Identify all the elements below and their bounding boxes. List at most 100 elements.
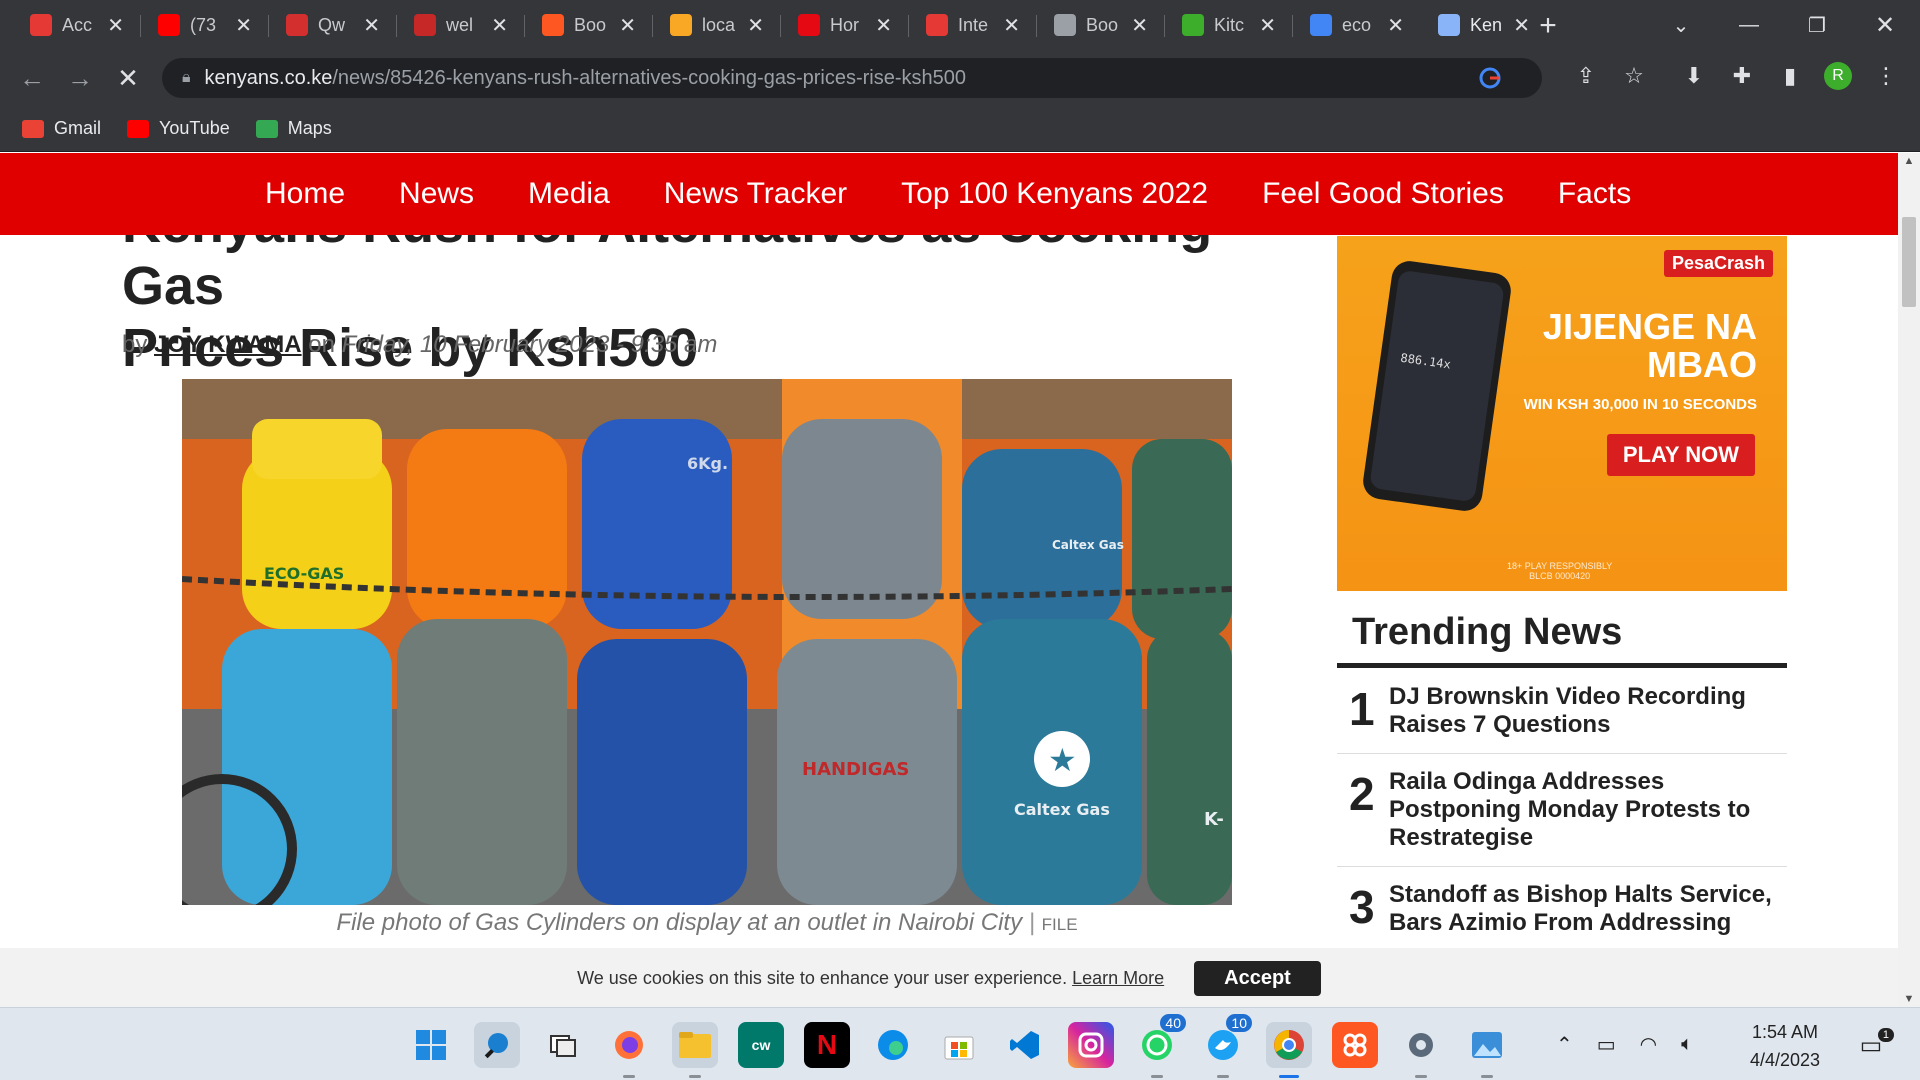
tab-close-icon[interactable]: ✕ <box>747 13 764 38</box>
jiji-icon <box>1182 14 1204 36</box>
chrome-icon[interactable] <box>1266 1022 1312 1078</box>
bookmark-youtube[interactable]: YouTube <box>127 118 230 139</box>
search-icon[interactable] <box>474 1022 520 1068</box>
vscode-icon[interactable] <box>1002 1022 1048 1068</box>
browser-tab[interactable]: (73 ✕ <box>144 0 264 50</box>
browser-tab[interactable]: Boo ✕ <box>528 0 648 50</box>
trending-headline[interactable]: Raila Odinga Addresses Postponing Monday… <box>1389 768 1787 852</box>
scroll-down-arrow[interactable]: ▼ <box>1898 993 1920 1005</box>
address-bar[interactable]: 🔒︎ kenyans.co.ke/news/85426-kenyans-rush… <box>162 58 1542 98</box>
trending-item[interactable]: 2 Raila Odinga Addresses Postponing Monda… <box>1337 754 1787 867</box>
tab-close-icon[interactable]: ✕ <box>1003 13 1020 38</box>
battery-icon[interactable]: ▭ <box>1597 1032 1616 1057</box>
browser-tab[interactable]: Ken ✕ <box>1424 0 1542 50</box>
ad-play-now-button[interactable]: PLAY NOW <box>1606 434 1755 476</box>
webmail-icon <box>414 14 436 36</box>
tab-close-icon[interactable]: ✕ <box>1387 13 1404 38</box>
browser-tab[interactable]: Kitc ✕ <box>1168 0 1288 50</box>
tab-close-icon[interactable]: ✕ <box>107 13 124 38</box>
bootstrap-icon[interactable] <box>1332 1022 1378 1068</box>
tab-separator <box>1164 15 1165 37</box>
tab-close-icon[interactable]: ✕ <box>1513 13 1530 38</box>
browser-tab[interactable]: Boo ✕ <box>1040 0 1160 50</box>
firefox-icon[interactable] <box>606 1022 652 1078</box>
page-scrollbar[interactable]: ▲ ▼ <box>1898 153 1920 1007</box>
edge-icon[interactable] <box>870 1022 916 1068</box>
tab-close-icon[interactable]: ✕ <box>235 13 252 38</box>
back-button[interactable]: ← <box>14 60 50 96</box>
tab-title: (73 <box>190 14 217 35</box>
browser-tab[interactable]: eco ✕ <box>1296 0 1416 50</box>
profile-avatar[interactable]: R <box>1820 58 1856 94</box>
wifi-icon[interactable]: ◠ <box>1640 1032 1657 1057</box>
nav-item-top-100-kenyans-2022[interactable]: Top 100 Kenyans 2022 <box>901 177 1208 211</box>
file-explorer-icon[interactable] <box>672 1022 718 1078</box>
chevron-up-icon[interactable]: ⌃ <box>1556 1032 1573 1057</box>
tab-close-icon[interactable]: ✕ <box>1131 13 1148 38</box>
browser-tab[interactable]: wel ✕ <box>400 0 520 50</box>
author-link[interactable]: JOY KWAMA <box>154 331 302 358</box>
sidebar-ad[interactable]: 886.14x PesaCrash JIJENGE NA MBAO WIN KS… <box>1337 236 1787 591</box>
new-tab-button[interactable]: + <box>1530 8 1566 44</box>
trending-item[interactable]: 3 Standoff as Bishop Halts Service, Bars … <box>1337 867 1787 952</box>
netflix-icon[interactable]: N <box>804 1022 850 1068</box>
browser-tab[interactable]: loca ✕ <box>656 0 776 50</box>
photos-icon[interactable] <box>1464 1022 1510 1078</box>
tab-close-icon[interactable]: ✕ <box>875 13 892 38</box>
settings-gear-icon[interactable] <box>1398 1022 1444 1078</box>
microsoft-store-icon[interactable] <box>936 1022 982 1068</box>
scrollbar-thumb[interactable] <box>1902 217 1916 307</box>
lock-icon: 🔒︎ <box>182 69 191 86</box>
stop-loading-button[interactable]: ✕ <box>110 60 146 96</box>
tab-title: Inte <box>958 14 989 35</box>
menu-kebab-icon[interactable]: ⋮ <box>1868 58 1904 94</box>
nav-item-feel-good-stories[interactable]: Feel Good Stories <box>1262 177 1504 211</box>
nav-item-home[interactable]: Home <box>265 177 345 211</box>
url-path: /news/85426-kenyans-rush-alternatives-co… <box>332 66 966 89</box>
close-window-button[interactable]: ✕ <box>1850 0 1920 50</box>
learn-more-link[interactable]: Learn More <box>1072 968 1164 988</box>
restore-button[interactable]: ❐ <box>1782 0 1852 50</box>
scroll-up-arrow[interactable]: ▲ <box>1898 155 1920 167</box>
volume-icon[interactable]: 🔈︎ <box>1681 1033 1693 1056</box>
nav-item-media[interactable]: Media <box>528 177 610 211</box>
extensions-icon[interactable]: ✚ <box>1724 58 1760 94</box>
tab-close-icon[interactable]: ✕ <box>1259 13 1276 38</box>
nav-item-news[interactable]: News <box>399 177 474 211</box>
browser-tab[interactable]: Qw ✕ <box>272 0 392 50</box>
browser-tab[interactable]: Inte ✕ <box>912 0 1032 50</box>
twitter-badge: 10 <box>1226 1014 1252 1032</box>
accept-cookies-button[interactable]: Accept <box>1194 960 1321 996</box>
clock[interactable]: 1:54 AM 4/4/2023 <box>1730 1018 1840 1074</box>
whatsapp-icon[interactable]: 40 <box>1134 1014 1186 1078</box>
trending-headline[interactable]: Standoff as Bishop Halts Service, Bars A… <box>1389 881 1787 937</box>
browser-tab[interactable]: Acc ✕ <box>16 0 136 50</box>
task-view-icon[interactable] <box>540 1022 586 1068</box>
side-panel-icon[interactable]: ▮ <box>1772 58 1808 94</box>
tab-close-icon[interactable]: ✕ <box>491 13 508 38</box>
download-icon[interactable]: ⬇ <box>1676 58 1712 94</box>
ad-fine-2: BLCB 0000420 <box>1529 571 1591 581</box>
trending-item[interactable]: 1 DJ Brownskin Video Recording Raises 7 Q… <box>1337 669 1787 754</box>
tab-close-icon[interactable]: ✕ <box>619 13 636 38</box>
share-icon[interactable]: ⇪ <box>1568 58 1604 94</box>
twitter-icon[interactable]: 10 <box>1200 1014 1252 1078</box>
google-lens-icon[interactable] <box>1472 60 1508 96</box>
browser-tab[interactable]: Hor ✕ <box>784 0 904 50</box>
trending-headline[interactable]: DJ Brownskin Video Recording Raises 7 Qu… <box>1389 683 1787 739</box>
tab-search-icon[interactable]: ⌄ <box>1646 0 1716 50</box>
cw-app-icon[interactable]: cw <box>738 1022 784 1068</box>
youtube-icon <box>127 119 150 138</box>
notifications-icon[interactable]: ▭ 1 <box>1848 1022 1894 1068</box>
minimize-button[interactable]: — <box>1714 0 1784 50</box>
nav-item-facts[interactable]: Facts <box>1558 177 1631 211</box>
bookmark-label: YouTube <box>159 118 230 138</box>
tab-close-icon[interactable]: ✕ <box>363 13 380 38</box>
bookmark-star-icon[interactable]: ☆ <box>1616 58 1652 94</box>
bookmark-maps[interactable]: Maps <box>255 118 332 139</box>
nav-item-news-tracker[interactable]: News Tracker <box>664 177 847 211</box>
instagram-icon[interactable] <box>1068 1022 1114 1068</box>
forward-button[interactable]: → <box>62 60 98 96</box>
bookmark-gmail[interactable]: Gmail <box>22 118 101 139</box>
windows-start-icon[interactable] <box>408 1022 454 1068</box>
